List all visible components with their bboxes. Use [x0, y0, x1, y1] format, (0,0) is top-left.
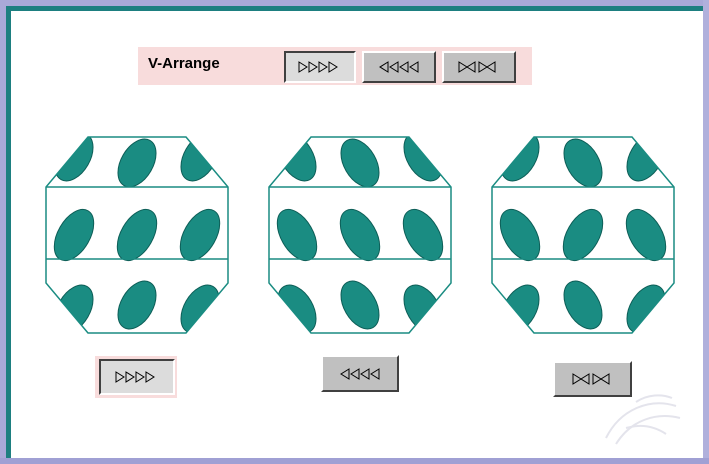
frame-right-edge	[703, 0, 709, 464]
preview-left-button[interactable]	[321, 355, 399, 392]
preview-right-button[interactable]	[99, 359, 175, 395]
watermark-logo-icon	[605, 394, 681, 445]
arrange-left-button[interactable]	[362, 51, 436, 83]
arrange-right-button[interactable]	[284, 51, 356, 83]
triangles-left-icon	[340, 367, 380, 380]
arrange-bowtie-button[interactable]	[442, 51, 516, 83]
v-arrange-label: V-Arrange	[148, 55, 220, 72]
triangles-bowtie-icon	[458, 61, 496, 73]
triangles-bowtie-icon	[572, 373, 609, 385]
triangles-left-icon	[379, 61, 419, 73]
hexagon-preview-bowtie	[491, 136, 675, 334]
v-arrange-toolbar: V-Arrange	[138, 47, 532, 85]
hexagon-preview-left	[268, 136, 452, 334]
triangles-right-icon	[298, 61, 338, 73]
frame-bottom-edge	[0, 458, 709, 464]
triangles-right-icon	[115, 371, 155, 383]
hexagon-preview-right	[45, 136, 229, 334]
